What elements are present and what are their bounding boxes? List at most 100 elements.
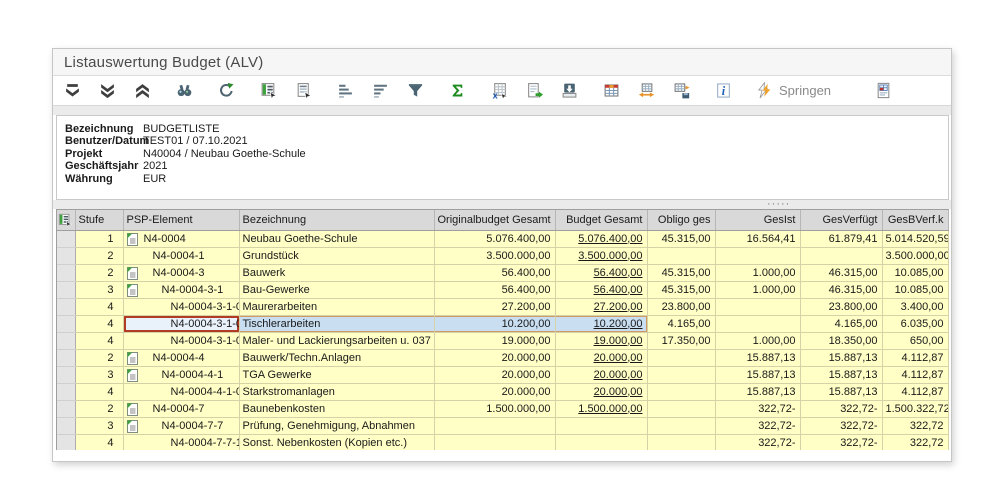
sort-ascending-icon[interactable] xyxy=(336,82,354,100)
page-down-icon[interactable] xyxy=(98,82,116,100)
cell-originalbudget[interactable] xyxy=(434,417,555,434)
cell-obligo[interactable]: 45.315,00 xyxy=(647,230,715,247)
cell-gesverfuegt[interactable]: 15.887,13 xyxy=(800,349,882,366)
cell-psp-element[interactable]: N4-0004-3-1-012 xyxy=(123,298,239,315)
cell-budget-gesamt[interactable]: 20.000,00 xyxy=(555,366,647,383)
cell-bezeichnung[interactable]: Neubau Goethe-Schule xyxy=(239,230,434,247)
cell-originalbudget[interactable]: 20.000,00 xyxy=(434,366,555,383)
choose-detail-icon[interactable] xyxy=(259,82,277,100)
row-selector-cell[interactable] xyxy=(57,383,75,400)
cell-stufe[interactable]: 2 xyxy=(75,349,123,366)
excel-view-icon[interactable] xyxy=(874,82,892,100)
filter-icon[interactable] xyxy=(406,82,424,100)
cell-originalbudget[interactable]: 5.076.400,00 xyxy=(434,230,555,247)
cell-bezeichnung[interactable]: Prüfung, Genehmigung, Abnahmen xyxy=(239,417,434,434)
detail-icon[interactable] xyxy=(294,82,312,100)
cell-bezeichnung[interactable]: Bauwerk xyxy=(239,264,434,281)
column-header[interactable]: GesBVerf.k xyxy=(882,210,948,230)
cell-gesbverfk[interactable]: 4.112,87 xyxy=(882,349,948,366)
cell-budget-gesamt[interactable]: 1.500.000,00 xyxy=(555,400,647,417)
cell-gesist[interactable]: 322,72- xyxy=(715,417,800,434)
cell-gesverfuegt[interactable]: 322,72- xyxy=(800,434,882,451)
table-settings-icon[interactable] xyxy=(602,82,620,100)
layout-button[interactable] xyxy=(57,210,75,230)
cell-stufe[interactable]: 3 xyxy=(75,366,123,383)
row-selector-cell[interactable] xyxy=(57,400,75,417)
cell-stufe[interactable]: 2 xyxy=(75,400,123,417)
column-header[interactable]: PSP-Element xyxy=(123,210,239,230)
row-selector-cell[interactable] xyxy=(57,315,75,332)
cell-gesverfuegt[interactable]: 61.879,41 xyxy=(800,230,882,247)
cell-bezeichnung[interactable]: Sonst. Nebenkosten (Kopien etc.) xyxy=(239,434,434,451)
view-link-icon[interactable] xyxy=(637,82,655,100)
cell-gesverfuegt[interactable]: 15.887,13 xyxy=(800,383,882,400)
row-selector-cell[interactable] xyxy=(57,434,75,451)
cell-obligo[interactable] xyxy=(647,366,715,383)
cell-budget-gesamt[interactable] xyxy=(555,434,647,451)
cell-gesbverfk[interactable]: 322,72 xyxy=(882,434,948,451)
save-list-icon[interactable] xyxy=(560,82,578,100)
cell-budget-gesamt[interactable]: 10.200,00 xyxy=(555,315,647,332)
cell-obligo[interactable]: 45.315,00 xyxy=(647,264,715,281)
goto-icon[interactable]: Springen xyxy=(756,82,831,100)
cell-stufe[interactable]: 2 xyxy=(75,264,123,281)
row-selector-cell[interactable] xyxy=(57,247,75,264)
cell-gesbverfk[interactable]: 4.112,87 xyxy=(882,366,948,383)
cell-gesbverfk[interactable]: 650,00 xyxy=(882,332,948,349)
cell-stufe[interactable]: 3 xyxy=(75,417,123,434)
cell-psp-element[interactable]: N4-0004-7-7-100 xyxy=(123,434,239,451)
save-layout-icon[interactable] xyxy=(672,82,690,100)
cell-obligo[interactable] xyxy=(647,417,715,434)
cell-gesist[interactable]: 15.887,13 xyxy=(715,366,800,383)
row-selector-cell[interactable] xyxy=(57,264,75,281)
export-spreadsheet-icon[interactable]: x xyxy=(490,82,508,100)
cell-originalbudget[interactable]: 27.200,00 xyxy=(434,298,555,315)
column-header[interactable]: GesIst xyxy=(715,210,800,230)
cell-psp-element[interactable]: N4-0004-3 xyxy=(123,264,239,281)
cell-gesbverfk[interactable]: 1.500.322,72 xyxy=(882,400,948,417)
cell-gesbverfk[interactable]: 4.112,87 xyxy=(882,383,948,400)
cell-budget-gesamt[interactable]: 27.200,00 xyxy=(555,298,647,315)
cell-stufe[interactable]: 1 xyxy=(75,230,123,247)
cell-psp-element[interactable]: N4-0004-4-1 xyxy=(123,366,239,383)
cell-obligo[interactable]: 17.350,00 xyxy=(647,332,715,349)
cell-budget-gesamt[interactable]: 56.400,00 xyxy=(555,264,647,281)
cell-psp-element[interactable]: N4-0004 xyxy=(123,230,239,247)
cell-stufe[interactable]: 4 xyxy=(75,298,123,315)
cell-gesverfuegt[interactable]: 322,72- xyxy=(800,400,882,417)
export-document-icon[interactable] xyxy=(525,82,543,100)
cell-gesverfuegt[interactable]: 4.165,00 xyxy=(800,315,882,332)
cell-gesbverfk[interactable]: 10.085,00 xyxy=(882,281,948,298)
cell-obligo[interactable]: 4.165,00 xyxy=(647,315,715,332)
column-header[interactable]: Bezeichnung xyxy=(239,210,434,230)
cell-psp-element[interactable]: N4-0004-7 xyxy=(123,400,239,417)
cell-psp-element[interactable]: N4-0004-3-1-034 xyxy=(123,332,239,349)
cell-gesverfuegt[interactable]: 15.887,13 xyxy=(800,366,882,383)
cell-stufe[interactable]: 3 xyxy=(75,281,123,298)
cell-stufe[interactable]: 2 xyxy=(75,247,123,264)
column-header[interactable]: Originalbudget Gesamt xyxy=(434,210,555,230)
cell-budget-gesamt[interactable]: 20.000,00 xyxy=(555,383,647,400)
page-up-icon[interactable] xyxy=(133,82,151,100)
cell-gesist[interactable]: 16.564,41 xyxy=(715,230,800,247)
cell-psp-element[interactable]: N4-0004-4-1-044 xyxy=(123,383,239,400)
cell-budget-gesamt[interactable]: 56.400,00 xyxy=(555,281,647,298)
cell-obligo[interactable] xyxy=(647,383,715,400)
cell-originalbudget[interactable]: 3.500.000,00 xyxy=(434,247,555,264)
cell-psp-element[interactable]: N4-0004-1 xyxy=(123,247,239,264)
refresh-icon[interactable] xyxy=(217,82,235,100)
row-selector-cell[interactable] xyxy=(57,417,75,434)
sum-icon[interactable] xyxy=(448,82,466,100)
cell-obligo[interactable] xyxy=(647,349,715,366)
column-header[interactable]: Stufe xyxy=(75,210,123,230)
cell-stufe[interactable]: 4 xyxy=(75,383,123,400)
column-header[interactable]: GesVerfügt xyxy=(800,210,882,230)
row-selector-cell[interactable] xyxy=(57,230,75,247)
cell-bezeichnung[interactable]: TGA Gewerke xyxy=(239,366,434,383)
cell-bezeichnung[interactable]: Tischlerarbeiten xyxy=(239,315,434,332)
cell-obligo[interactable]: 23.800,00 xyxy=(647,298,715,315)
cell-gesist[interactable] xyxy=(715,247,800,264)
cell-gesist[interactable] xyxy=(715,298,800,315)
cell-gesbverfk[interactable]: 6.035,00 xyxy=(882,315,948,332)
row-selector-cell[interactable] xyxy=(57,281,75,298)
